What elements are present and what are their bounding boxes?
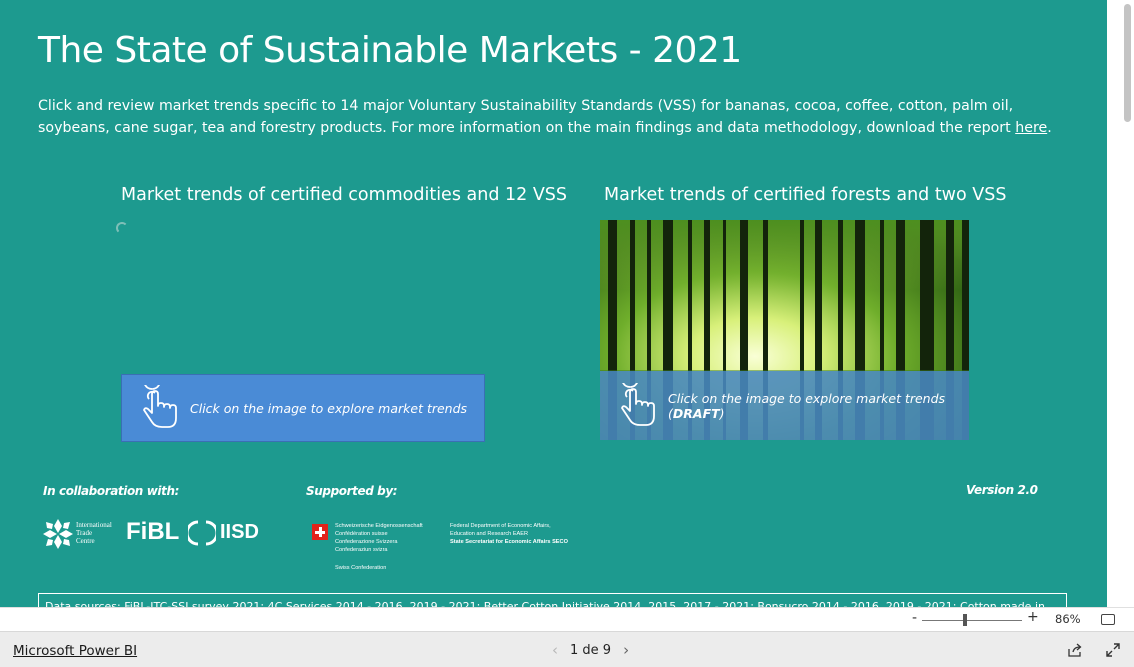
forests-cta-end: )	[719, 405, 725, 421]
report-download-link[interactable]: here	[1015, 120, 1047, 136]
commodities-section-title: Market trends of certified commodities a…	[121, 185, 568, 205]
bottom-bar: Microsoft Power BI ‹ 1 de 9 ›	[0, 631, 1134, 667]
page-navigator: ‹ 1 de 9 ›	[540, 641, 641, 659]
fdea-line-2: Education and Research EAER	[450, 531, 529, 537]
fibl-logo: FiBL	[126, 518, 180, 545]
iisd-logo: IISD	[220, 521, 259, 543]
seco-line: State Secretariat for Economic Affairs S…	[450, 539, 568, 545]
chevron-left-icon[interactable]: ‹	[540, 641, 570, 659]
data-sources-table: Data sources: FiBL-ITC-SSI survey 2021; …	[38, 593, 1067, 607]
swiss-conf-label: Swiss Confederation	[335, 565, 387, 571]
commodities-cta-label: Click on the image to explore market tre…	[190, 400, 468, 416]
collaboration-label: In collaboration with:	[43, 484, 180, 498]
loading-spinner-icon	[116, 222, 128, 234]
expand-icon[interactable]	[1105, 642, 1121, 658]
pointer-hand-icon	[621, 382, 655, 426]
itc-line-3: Centre	[76, 537, 95, 545]
iisd-logo-icon	[188, 520, 216, 546]
swiss-line-2: Confédération suisse	[335, 531, 388, 537]
commodities-explore-button[interactable]: Click on the image to explore market tre…	[121, 374, 485, 442]
zoom-out-button[interactable]: -	[912, 610, 917, 626]
fdea-text: Federal Department of Economic Affairs, …	[450, 522, 568, 546]
forests-cta-label: Click on the image to explore market tre…	[668, 391, 969, 421]
swiss-line-4: Confederaziun svizra	[335, 547, 388, 553]
itc-logo-icon	[43, 519, 73, 549]
fdea-line-1: Federal Department of Economic Affairs,	[450, 523, 551, 529]
itc-line-1: International	[76, 521, 112, 529]
zoom-slider-track[interactable]	[922, 620, 1022, 621]
swiss-line-1: Schweizerische Eidgenossenschaft	[335, 523, 423, 529]
share-icon[interactable]	[1067, 642, 1083, 658]
fit-page-icon[interactable]	[1101, 614, 1115, 625]
report-canvas: The State of Sustainable Markets - 2021 …	[0, 0, 1107, 607]
zoom-level: 86%	[1055, 612, 1081, 626]
supported-label: Supported by:	[306, 484, 398, 498]
zoom-slider-handle[interactable]	[963, 614, 967, 626]
itc-line-2: Trade	[76, 529, 93, 537]
chevron-right-icon[interactable]: ›	[611, 641, 641, 659]
itc-logo-text: International Trade Centre	[76, 521, 112, 545]
scrollbar-thumb[interactable]	[1124, 4, 1131, 122]
intro-paragraph: Click and review market trends specific …	[38, 95, 1078, 139]
intro-text: Click and review market trends specific …	[38, 98, 1016, 136]
intro-end: .	[1047, 120, 1052, 136]
forests-explore-button[interactable]: Click on the image to explore market tre…	[600, 371, 969, 440]
version-label: Version 2.0	[966, 483, 1038, 497]
forests-cta-draft: DRAFT	[672, 405, 720, 421]
swiss-confederation-text: Schweizerische Eidgenossenschaft Confédé…	[335, 522, 423, 554]
zoom-bar: - + 86%	[0, 607, 1134, 631]
pointer-hand-icon	[143, 385, 177, 428]
page-title: The State of Sustainable Markets - 2021	[38, 30, 742, 71]
swiss-line-3: Confederazione Svizzera	[335, 539, 398, 545]
zoom-in-button[interactable]: +	[1027, 609, 1039, 625]
power-bi-link[interactable]: Microsoft Power BI	[13, 643, 137, 659]
swiss-flag-icon	[312, 524, 328, 540]
page-indicator: 1 de 9	[570, 642, 612, 658]
forests-section-title: Market trends of certified forests and t…	[604, 185, 1007, 205]
